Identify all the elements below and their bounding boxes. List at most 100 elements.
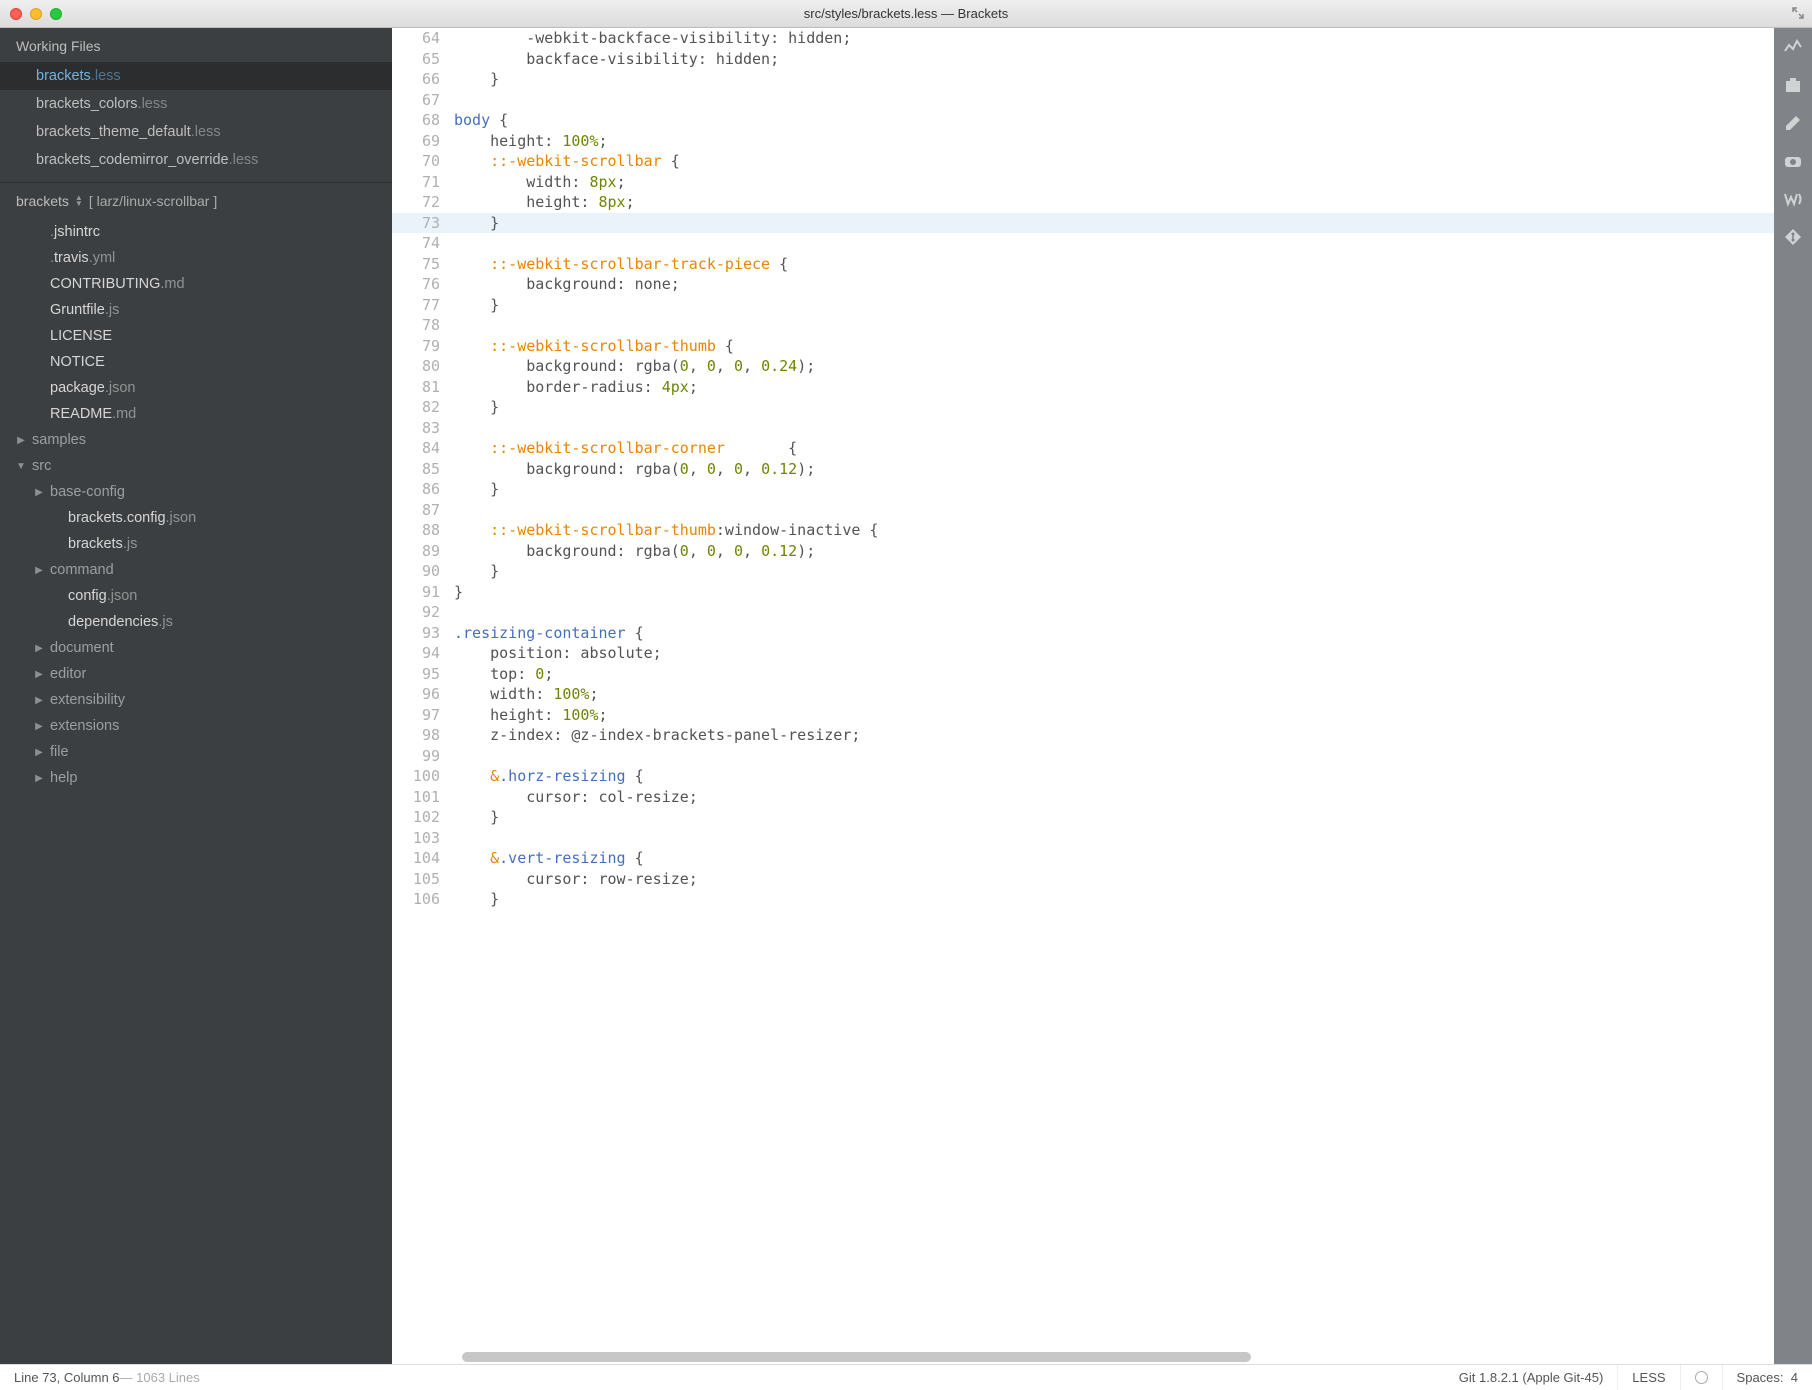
folder-item[interactable]: ▶extensions [0, 713, 392, 739]
line-number: 81 [392, 377, 454, 398]
close-window-button[interactable] [10, 8, 22, 20]
file-item[interactable]: README.md [0, 401, 392, 427]
code-line[interactable]: 94 position: absolute; [392, 643, 1774, 664]
line-number: 87 [392, 500, 454, 521]
folder-item[interactable]: ▼src [0, 453, 392, 479]
code-line[interactable]: 97 height: 100%; [392, 705, 1774, 726]
file-item[interactable]: brackets.config.json [0, 505, 392, 531]
code-line[interactable]: 65 backface-visibility: hidden; [392, 49, 1774, 70]
minimize-window-button[interactable] [30, 8, 42, 20]
code-line[interactable]: 64 -webkit-backface-visibility: hidden; [392, 28, 1774, 49]
code-line[interactable]: 99 [392, 746, 1774, 767]
code-line[interactable]: 73 } [392, 213, 1774, 234]
code-line[interactable]: 79 ::-webkit-scrollbar-thumb { [392, 336, 1774, 357]
extension-manager-icon[interactable] [1782, 74, 1804, 96]
code-line[interactable]: 106 } [392, 889, 1774, 910]
code-line[interactable]: 89 background: rgba(0, 0, 0, 0.12); [392, 541, 1774, 562]
live-preview-icon[interactable] [1782, 36, 1804, 58]
file-item[interactable]: .jshintrc [0, 219, 392, 245]
fullscreen-icon[interactable] [1792, 7, 1804, 19]
code-line[interactable]: 101 cursor: col-resize; [392, 787, 1774, 808]
file-item[interactable]: config.json [0, 583, 392, 609]
disclosure-icon: ▶ [34, 487, 44, 498]
code-line[interactable]: 93.resizing-container { [392, 623, 1774, 644]
code-line[interactable]: 76 background: none; [392, 274, 1774, 295]
code-line[interactable]: 104 &.vert-resizing { [392, 848, 1774, 869]
file-item[interactable]: LICENSE [0, 323, 392, 349]
code-line[interactable]: 82 } [392, 397, 1774, 418]
insert-mode[interactable] [1681, 1365, 1723, 1390]
code-line[interactable]: 91} [392, 582, 1774, 603]
file-item[interactable]: NOTICE [0, 349, 392, 375]
code-line[interactable]: 102 } [392, 807, 1774, 828]
language-mode[interactable]: LESS [1618, 1365, 1680, 1390]
line-number: 84 [392, 438, 454, 459]
folder-item[interactable]: ▶help [0, 765, 392, 791]
camera-icon[interactable] [1782, 150, 1804, 172]
working-file-item[interactable]: brackets_theme_default.less [0, 118, 392, 146]
code-line[interactable]: 84 ::-webkit-scrollbar-corner { [392, 438, 1774, 459]
code-line[interactable]: 70 ::-webkit-scrollbar { [392, 151, 1774, 172]
code-line[interactable]: 67 [392, 90, 1774, 111]
file-tree: .jshintrc.travis.ymlCONTRIBUTING.mdGrunt… [0, 219, 392, 1364]
code-line[interactable]: 95 top: 0; [392, 664, 1774, 685]
code-line[interactable]: 90 } [392, 561, 1774, 582]
project-dropdown[interactable]: brackets ▲▼ [ larz/linux-scrollbar ] [0, 182, 392, 219]
code-line[interactable]: 74 [392, 233, 1774, 254]
code-line[interactable]: 103 [392, 828, 1774, 849]
line-number: 95 [392, 664, 454, 685]
code-line[interactable]: 96 width: 100%; [392, 684, 1774, 705]
folder-item[interactable]: ▶document [0, 635, 392, 661]
folder-item[interactable]: ▶file [0, 739, 392, 765]
working-file-item[interactable]: brackets_codemirror_override.less [0, 146, 392, 174]
code-line[interactable]: 68body { [392, 110, 1774, 131]
line-number: 98 [392, 725, 454, 746]
git-icon[interactable] [1782, 226, 1804, 248]
code-line[interactable]: 100 &.horz-resizing { [392, 766, 1774, 787]
working-files-list: brackets.lessbrackets_colors.lessbracket… [0, 62, 392, 182]
folder-item[interactable]: ▶samples [0, 427, 392, 453]
code-line[interactable]: 87 [392, 500, 1774, 521]
file-item[interactable]: CONTRIBUTING.md [0, 271, 392, 297]
working-file-item[interactable]: brackets_colors.less [0, 90, 392, 118]
file-item[interactable]: Gruntfile.js [0, 297, 392, 323]
code-line[interactable]: 98 z-index: @z-index-brackets-panel-resi… [392, 725, 1774, 746]
code-line[interactable]: 88 ::-webkit-scrollbar-thumb:window-inac… [392, 520, 1774, 541]
code-line[interactable]: 69 height: 100%; [392, 131, 1774, 152]
line-number: 66 [392, 69, 454, 90]
code-line[interactable]: 75 ::-webkit-scrollbar-track-piece { [392, 254, 1774, 275]
code-line[interactable]: 72 height: 8px; [392, 192, 1774, 213]
working-file-item[interactable]: brackets.less [0, 62, 392, 90]
folder-item[interactable]: ▶base-config [0, 479, 392, 505]
edit-icon[interactable] [1782, 112, 1804, 134]
code-editor[interactable]: 64 -webkit-backface-visibility: hidden;6… [392, 28, 1774, 1364]
horizontal-scrollbar[interactable] [462, 1352, 1734, 1362]
indent-setting[interactable]: Spaces: 4 [1723, 1365, 1812, 1390]
file-item[interactable]: package.json [0, 375, 392, 401]
code-line[interactable]: 85 background: rgba(0, 0, 0, 0.12); [392, 459, 1774, 480]
code-line[interactable]: 105 cursor: row-resize; [392, 869, 1774, 890]
file-item[interactable]: brackets.js [0, 531, 392, 557]
folder-item[interactable]: ▶extensibility [0, 687, 392, 713]
code-line[interactable]: 78 [392, 315, 1774, 336]
zoom-window-button[interactable] [50, 8, 62, 20]
code-line[interactable]: 80 background: rgba(0, 0, 0, 0.24); [392, 356, 1774, 377]
line-number: 71 [392, 172, 454, 193]
code-line[interactable]: 81 border-radius: 4px; [392, 377, 1774, 398]
file-item[interactable]: dependencies.js [0, 609, 392, 635]
w3c-icon[interactable] [1782, 188, 1804, 210]
git-status[interactable]: Git 1.8.2.1 (Apple Git-45) [1445, 1365, 1619, 1390]
code-line[interactable]: 83 [392, 418, 1774, 439]
code-line[interactable]: 66 } [392, 69, 1774, 90]
code-line[interactable]: 92 [392, 602, 1774, 623]
line-number: 106 [392, 889, 454, 910]
code-line[interactable]: 77 } [392, 295, 1774, 316]
file-item[interactable]: .travis.yml [0, 245, 392, 271]
code-line[interactable]: 71 width: 8px; [392, 172, 1774, 193]
cursor-position[interactable]: Line 73, Column 6 — 1063 Lines [0, 1365, 214, 1390]
folder-item[interactable]: ▶command [0, 557, 392, 583]
folder-item[interactable]: ▶editor [0, 661, 392, 687]
code-line[interactable]: 86 } [392, 479, 1774, 500]
line-number: 64 [392, 28, 454, 49]
line-number: 74 [392, 233, 454, 254]
